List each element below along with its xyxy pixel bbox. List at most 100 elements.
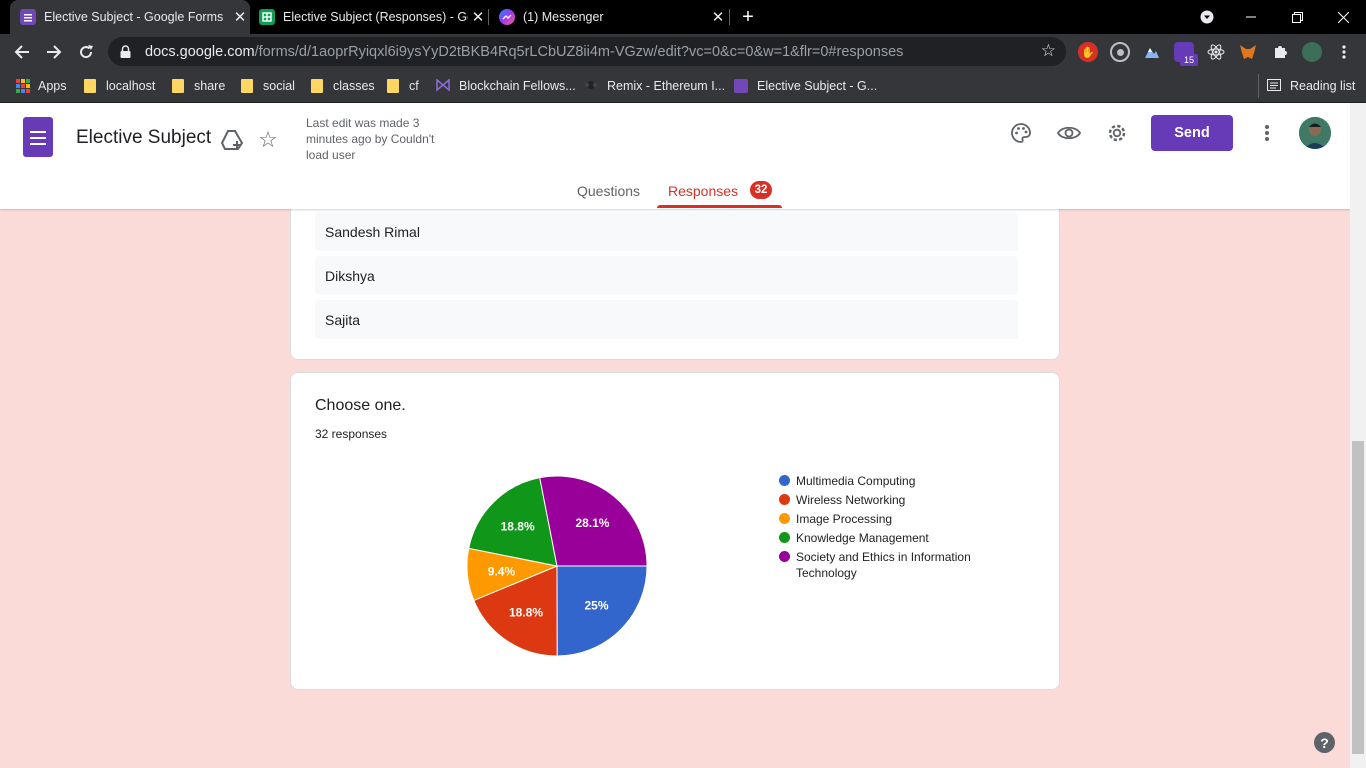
more-options-icon[interactable] xyxy=(1254,120,1280,146)
legend-swatch xyxy=(779,551,790,562)
new-tab-icon[interactable]: + xyxy=(738,6,758,29)
close-window-icon[interactable] xyxy=(1320,0,1366,34)
form-title[interactable]: Elective Subject xyxy=(76,127,211,149)
move-to-drive-icon[interactable] xyxy=(219,127,245,153)
bookmark-apps[interactable]: Apps xyxy=(16,77,67,95)
bookmark-blockchain[interactable]: Blockchain Fellows... xyxy=(436,77,576,95)
legend-item[interactable]: Knowledge Management xyxy=(779,530,999,546)
pie-slice-label: 18.8% xyxy=(509,605,543,619)
legend-label: Multimedia Computing xyxy=(796,474,916,488)
messenger-icon xyxy=(499,9,515,25)
bookmark-elective-subject[interactable]: Elective Subject - G... xyxy=(734,77,877,95)
lock-icon xyxy=(120,45,131,58)
folder-icon xyxy=(387,79,399,93)
legend-item[interactable]: Image Processing xyxy=(779,511,999,527)
google-forms-icon xyxy=(734,79,748,93)
pie-slice-label: 9.4% xyxy=(488,564,516,578)
close-tab-icon[interactable]: ✕ xyxy=(230,8,250,26)
extension-badge-count: 15 xyxy=(1180,54,1198,66)
preview-eye-icon[interactable] xyxy=(1056,120,1082,146)
avatar[interactable] xyxy=(1299,117,1331,149)
google-forms-logo-icon[interactable] xyxy=(23,117,53,157)
list-item: Sajita xyxy=(315,300,1018,339)
tab-questions[interactable]: Questions xyxy=(577,183,640,199)
help-icon[interactable]: ? xyxy=(1314,732,1335,753)
forms-header: Elective Subject ☆ Last edit was made 3 … xyxy=(0,103,1350,209)
responses-count-badge: 32 xyxy=(750,181,772,199)
browser-tab-strip: Elective Subject - Google Forms ✕ Electi… xyxy=(0,0,1366,34)
browser-tab-forms[interactable]: Elective Subject - Google Forms ✕ xyxy=(10,0,250,34)
minimize-icon[interactable] xyxy=(1228,0,1274,34)
legend-item[interactable]: Society and Ethics in Information Techno… xyxy=(779,549,999,581)
settings-gear-icon[interactable] xyxy=(1104,120,1130,146)
chart-legend: Multimedia Computing Wireless Networking I… xyxy=(779,473,999,584)
legend-swatch xyxy=(779,494,790,505)
page-scrollbar-thumb[interactable] xyxy=(1352,441,1364,754)
forward-icon[interactable] xyxy=(40,38,68,66)
legend-label: Wireless Networking xyxy=(796,493,906,507)
chrome-menu-icon[interactable] xyxy=(1334,42,1354,62)
close-tab-icon[interactable]: ✕ xyxy=(708,8,728,26)
reload-icon[interactable] xyxy=(72,38,100,66)
address-bar[interactable]: docs.google.com/forms/d/1aoprRyiqxl6i9ys… xyxy=(108,37,1066,66)
bookmark-cf[interactable]: cf xyxy=(387,77,419,95)
mountain-extension-icon[interactable] xyxy=(1142,42,1162,62)
pie-slice-label: 18.8% xyxy=(501,519,535,533)
tab-title: Elective Subject - Google Forms xyxy=(44,10,224,24)
active-tab-indicator xyxy=(657,205,782,208)
pie-slice-label: 25% xyxy=(584,598,608,612)
folder-icon xyxy=(241,79,253,93)
send-button[interactable]: Send xyxy=(1151,115,1233,151)
tab-title: (1) Messenger xyxy=(523,10,604,24)
bookmarks-divider xyxy=(1258,74,1259,98)
bookmark-star-icon[interactable]: ☆ xyxy=(1041,41,1056,61)
apps-grid-icon xyxy=(16,79,30,93)
bookmark-social[interactable]: social xyxy=(241,77,295,95)
metamask-fox-icon[interactable] xyxy=(1238,42,1258,62)
folder-icon xyxy=(311,79,323,93)
tab-search-icon[interactable] xyxy=(1184,0,1230,34)
legend-swatch xyxy=(779,475,790,486)
restore-icon[interactable] xyxy=(1274,0,1320,34)
react-devtools-icon[interactable] xyxy=(1206,42,1226,62)
browser-toolbar: docs.google.com/forms/d/1aoprRyiqxl6i9ys… xyxy=(0,34,1366,70)
folder-icon xyxy=(172,79,184,93)
back-icon[interactable] xyxy=(8,38,36,66)
responses-list[interactable]: Sandesh Rimal Dikshya Sajita xyxy=(315,195,1047,339)
google-forms-icon xyxy=(20,9,36,25)
stop-extension-icon[interactable]: ✋ xyxy=(1078,42,1098,62)
browser-tab-messenger[interactable]: (1) Messenger ✕ xyxy=(490,0,728,34)
pie-slice-label: 28.1% xyxy=(575,516,609,530)
bookmark-share[interactable]: share xyxy=(172,77,225,95)
legend-item[interactable]: Multimedia Computing xyxy=(779,473,999,489)
legend-label: Society and Ethics in Information Techno… xyxy=(796,550,971,580)
star-icon[interactable]: ☆ xyxy=(255,127,281,153)
legend-swatch xyxy=(779,532,790,543)
legend-label: Image Processing xyxy=(796,512,893,526)
folder-icon xyxy=(84,79,96,93)
palette-icon[interactable] xyxy=(1008,120,1034,146)
list-item: Dikshya xyxy=(315,256,1018,295)
tab-responses[interactable]: Responses xyxy=(668,183,738,199)
close-tab-icon[interactable]: ✕ xyxy=(468,8,488,26)
legend-item[interactable]: Wireless Networking xyxy=(779,492,999,508)
reading-list-button[interactable]: Reading list xyxy=(1267,77,1355,95)
extensions-puzzle-icon[interactable] xyxy=(1270,42,1290,62)
circle-extension-icon[interactable] xyxy=(1110,42,1130,62)
bookmark-remix[interactable]: Remix - Ethereum I... xyxy=(584,77,725,95)
bookmarks-bar: Apps localhost share social classes cf B… xyxy=(0,70,1366,103)
remix-icon xyxy=(584,78,598,95)
bookmark-localhost[interactable]: localhost xyxy=(84,77,155,95)
responses-list-card: Sandesh Rimal Dikshya Sajita xyxy=(290,195,1060,360)
browser-tab-sheets[interactable]: Elective Subject (Responses) - Go ✕ xyxy=(250,0,488,34)
pie-chart: 25% 18.8% 9.4% 18.8% 28.1% xyxy=(466,475,648,657)
bookmark-classes[interactable]: classes xyxy=(311,77,375,95)
reading-list-icon xyxy=(1267,78,1281,94)
last-edit-text[interactable]: Last edit was made 3 minutes ago by Coul… xyxy=(306,115,456,163)
legend-swatch xyxy=(779,513,790,524)
url-text: docs.google.com/forms/d/1aoprRyiqxl6i9ys… xyxy=(145,43,904,60)
list-item: Sandesh Rimal xyxy=(315,212,1018,251)
tab-separator xyxy=(729,9,730,25)
google-sheets-icon xyxy=(259,9,275,25)
profile-avatar-icon[interactable] xyxy=(1302,42,1322,62)
